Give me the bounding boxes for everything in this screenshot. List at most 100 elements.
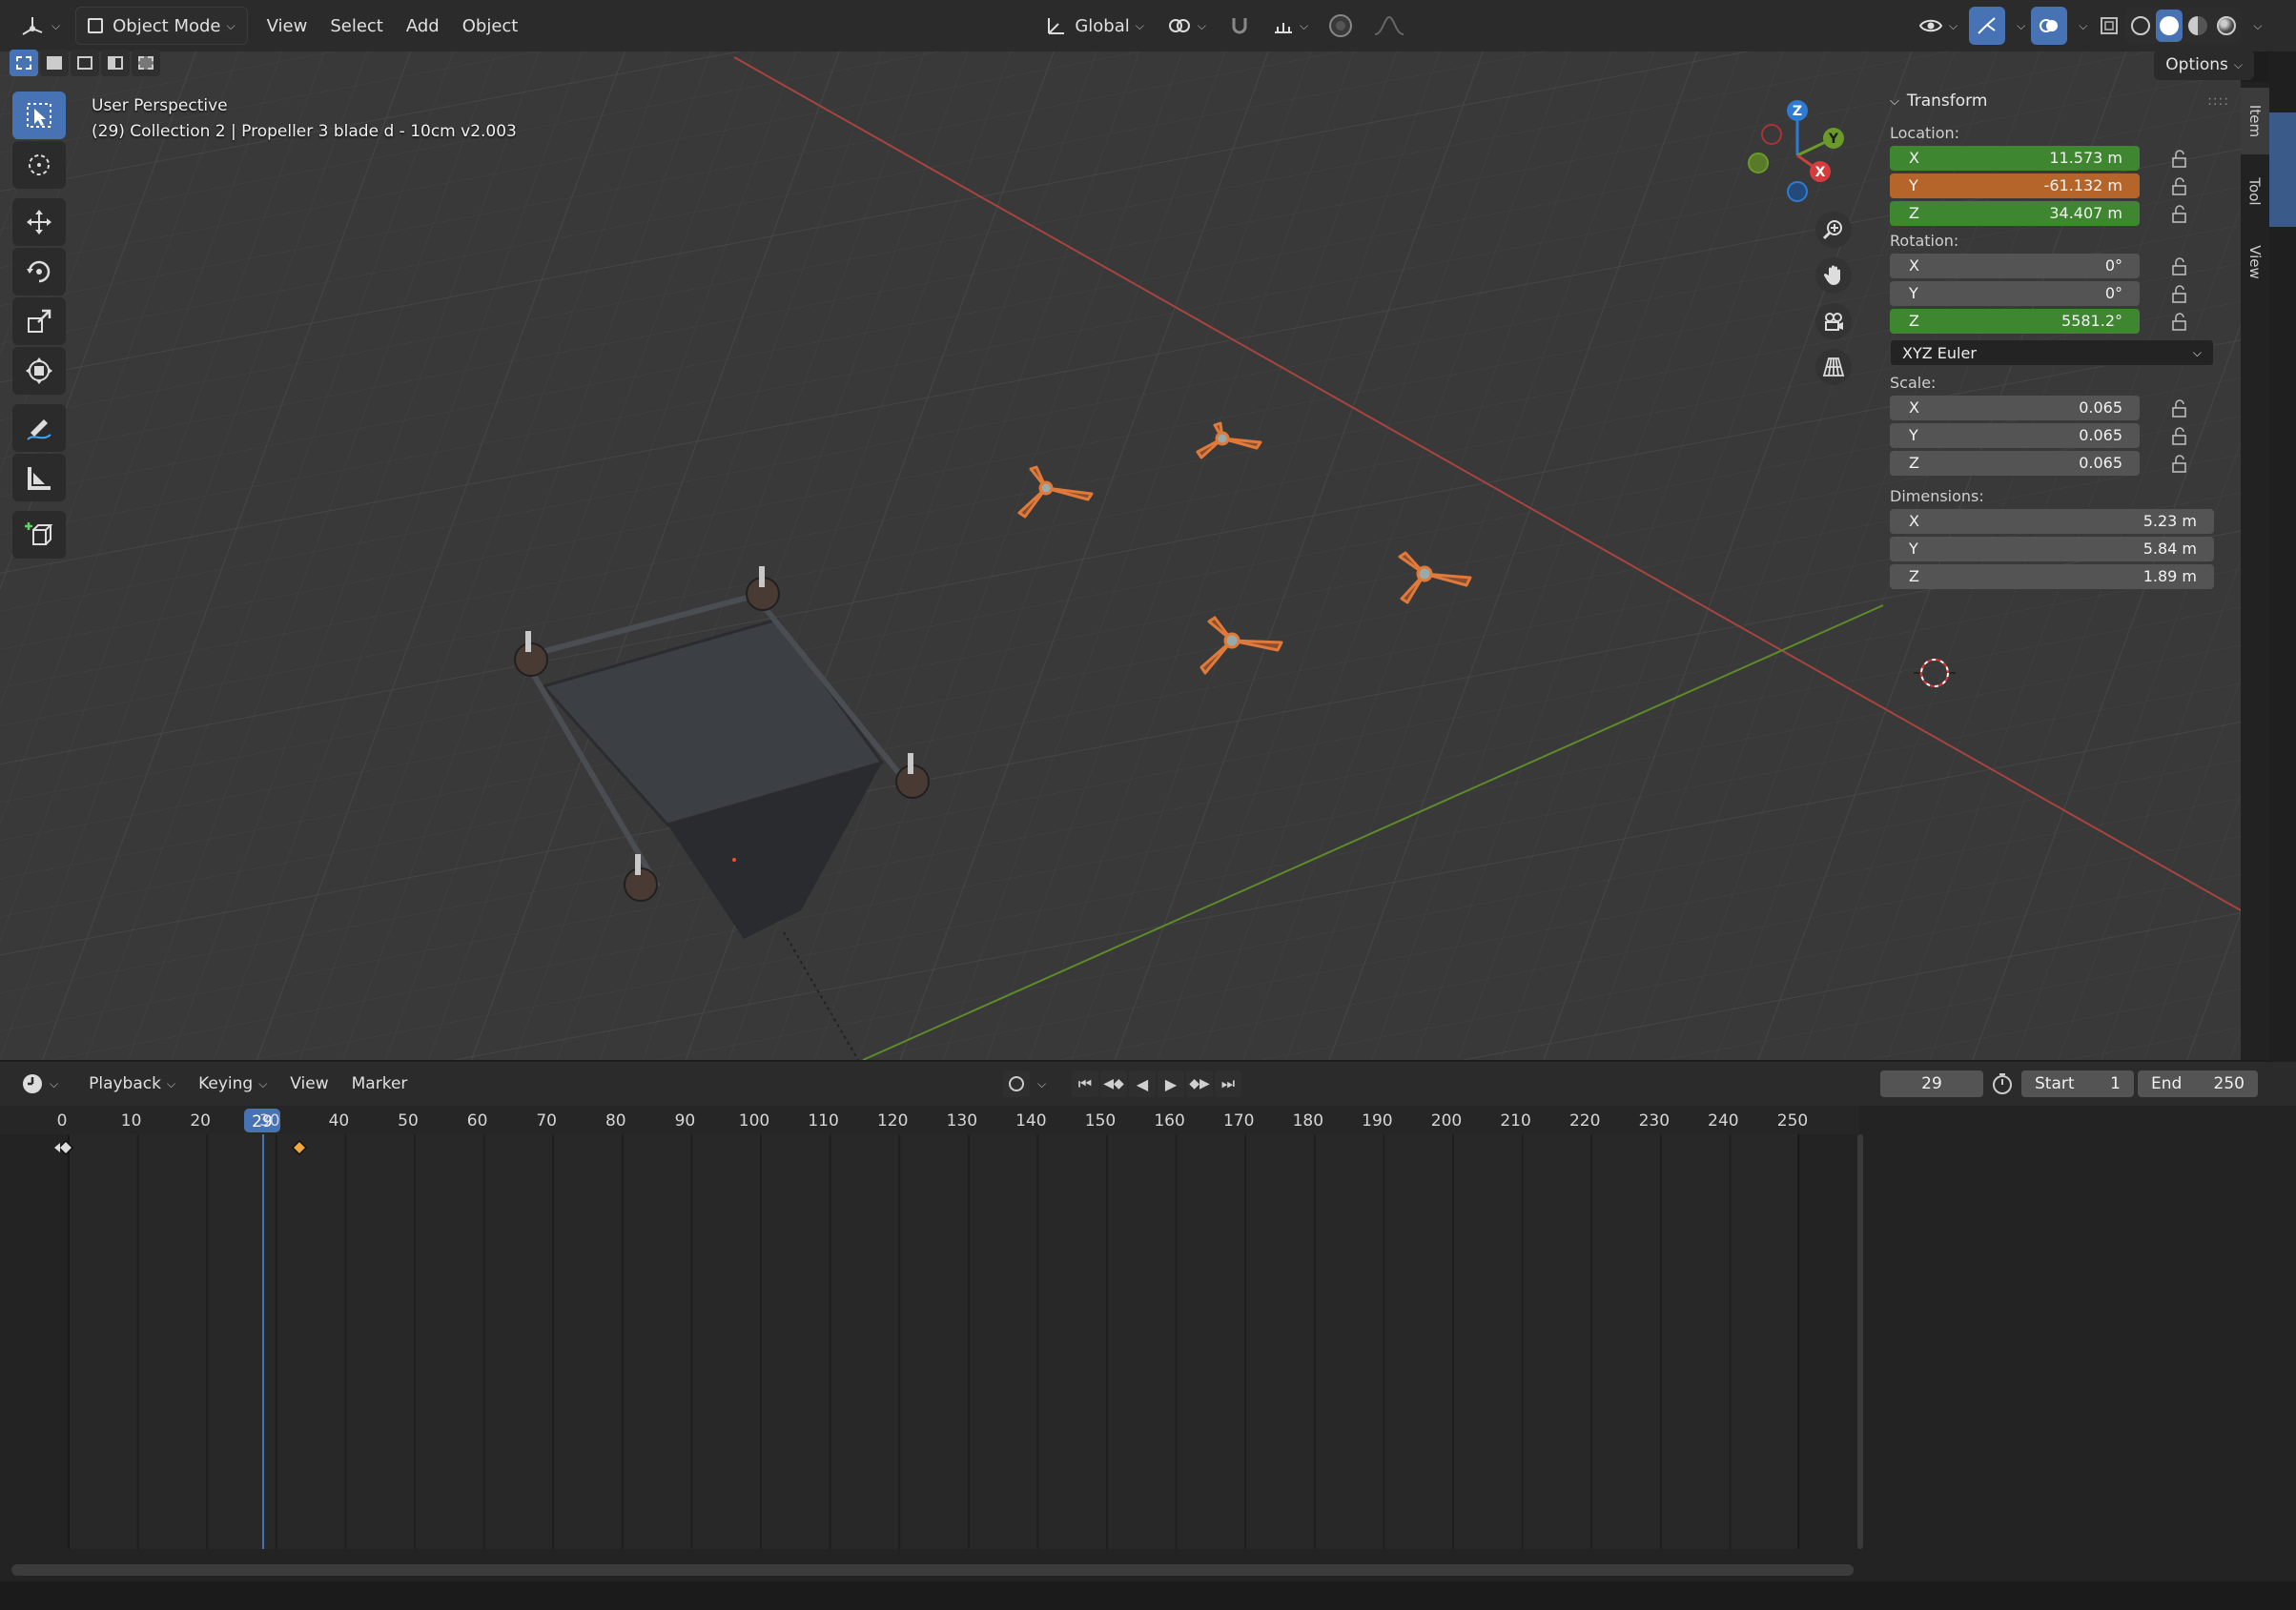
gizmo-toggle[interactable] <box>1969 7 2006 45</box>
horizontal-scrollbar[interactable] <box>11 1564 1854 1576</box>
object-mode-dropdown[interactable]: Object Mode ⌵ <box>75 7 248 45</box>
next-keyframe-button[interactable]: ◆▶ <box>1186 1070 1213 1097</box>
tab-tool[interactable]: Tool <box>2241 160 2269 223</box>
stopwatch-icon[interactable] <box>1991 1072 2014 1100</box>
jump-end-button[interactable]: ⏭ <box>1215 1070 1241 1097</box>
transform-panel-header[interactable]: ⌵ Transform :::: <box>1878 82 2241 120</box>
gizmo-dropdown[interactable]: ⌵ <box>2005 7 2031 45</box>
material-shading-button[interactable] <box>2184 10 2211 42</box>
tab-view[interactable]: View <box>2241 229 2269 296</box>
start-frame-field[interactable]: Start 1 <box>2021 1070 2134 1097</box>
scale-x-field[interactable]: X 0.065 <box>1890 395 2140 420</box>
frame-ruler[interactable]: 29 0 10 20 30 40 50 60 70 80 90 100 110 120 130 140 150… <box>0 1106 1859 1134</box>
dimensions-x-field[interactable]: X 5.23 m <box>1890 508 2214 534</box>
wireframe-shading-button[interactable] <box>2127 10 2154 42</box>
drag-handle-icon[interactable]: :::: <box>2207 93 2229 109</box>
scale-tool[interactable] <box>12 297 66 345</box>
select-extend-button[interactable] <box>40 50 69 76</box>
camera-view-button[interactable] <box>1815 303 1852 339</box>
play-reverse-button[interactable]: ◀ <box>1129 1070 1156 1097</box>
timeline-editor-type-button[interactable]: ⌵ <box>10 1065 70 1103</box>
prev-keyframe-button[interactable]: ◀◆ <box>1100 1070 1127 1097</box>
pan-button[interactable] <box>1815 257 1852 294</box>
pivot-point-dropdown[interactable]: ⌵ <box>1156 7 1218 45</box>
rotation-z-field[interactable]: Z 5581.2° <box>1890 308 2140 334</box>
lock-icon[interactable] <box>2168 175 2191 198</box>
navigation-gizmo[interactable]: Z Y X <box>1735 93 1859 217</box>
current-frame-field[interactable]: 29 <box>1880 1070 1983 1097</box>
solid-shading-button[interactable] <box>2156 10 2183 42</box>
menu-view[interactable]: View <box>256 7 319 45</box>
frame-tick-label: 180 <box>1292 1111 1324 1131</box>
select-box-tool[interactable] <box>12 92 66 139</box>
rendered-shading-button[interactable] <box>2213 10 2240 42</box>
dimensions-z-field[interactable]: Z 1.89 m <box>1890 563 2214 589</box>
blender-window: User Perspective (29) Collection 2 | Pro… <box>0 0 2296 1610</box>
visibility-dropdown[interactable]: ⌵ <box>1907 7 1969 45</box>
scale-z-row: Z 0.065 <box>1878 450 2241 478</box>
location-z-field[interactable]: Z 34.407 m <box>1890 200 2140 226</box>
rotate-tool[interactable] <box>12 248 66 296</box>
rotation-x-field[interactable]: X 0° <box>1890 253 2140 278</box>
add-cube-tool[interactable] <box>12 511 66 559</box>
keyframe-area[interactable] <box>0 1134 1863 1549</box>
dimensions-y-field[interactable]: Y 5.84 m <box>1890 536 2214 561</box>
lock-icon[interactable] <box>2168 453 2191 476</box>
proportional-editing-toggle[interactable] <box>1320 7 1362 45</box>
xray-toggle[interactable] <box>2093 7 2125 45</box>
lock-icon[interactable] <box>2168 255 2191 278</box>
rotation-y-field[interactable]: Y 0° <box>1890 280 2140 306</box>
snap-toggle[interactable] <box>1218 7 1261 45</box>
select-subtract-button[interactable] <box>71 50 99 76</box>
scale-z-field[interactable]: Z 0.065 <box>1890 450 2140 476</box>
lock-icon[interactable] <box>2168 397 2191 420</box>
menu-playback[interactable]: Playback ⌵ <box>77 1065 187 1103</box>
lock-icon[interactable] <box>2168 148 2191 171</box>
jump-start-button[interactable]: ⏮ <box>1072 1070 1098 1097</box>
menu-marker[interactable]: Marker <box>340 1065 420 1103</box>
cursor-tool[interactable] <box>12 141 66 189</box>
menu-keying[interactable]: Keying ⌵ <box>187 1065 278 1103</box>
menu-select[interactable]: Select <box>318 7 395 45</box>
lock-icon[interactable] <box>2168 283 2191 306</box>
shading-dropdown[interactable]: ⌵ <box>2242 7 2267 45</box>
location-y-field[interactable]: Y -61.132 m <box>1890 173 2140 198</box>
autokey-toggle[interactable] <box>1003 1070 1030 1097</box>
transform-tool[interactable] <box>12 347 66 395</box>
rotation-mode-dropdown[interactable]: XYZ Euler ⌵ <box>1890 339 2214 366</box>
move-tool[interactable] <box>12 198 66 246</box>
select-intersect-button[interactable] <box>132 50 160 76</box>
perspective-toggle-button[interactable] <box>1815 349 1852 385</box>
lock-icon[interactable] <box>2168 311 2191 334</box>
options-dropdown[interactable]: Options ⌵ <box>2154 50 2254 80</box>
tab-item[interactable]: Item <box>2241 88 2269 154</box>
menu-timeline-view[interactable]: View <box>278 1065 339 1103</box>
select-invert-button[interactable] <box>101 50 130 76</box>
3d-viewport[interactable]: User Perspective (29) Collection 2 | Pro… <box>0 0 2241 1060</box>
menu-object[interactable]: Object <box>451 7 530 45</box>
zoom-button[interactable] <box>1815 212 1852 248</box>
overlays-toggle[interactable] <box>2031 7 2068 45</box>
scale-y-field[interactable]: Y 0.065 <box>1890 422 2140 448</box>
vertical-scrollbar[interactable] <box>1857 1134 1863 1549</box>
play-button[interactable]: ▶ <box>1158 1070 1184 1097</box>
keyframe-canvas[interactable] <box>0 1134 1859 1549</box>
transform-orientation-dropdown[interactable]: Global ⌵ <box>1035 7 1156 45</box>
chevron-down-icon[interactable]: ⌵ <box>1037 1077 1046 1091</box>
editor-type-button[interactable]: ⌵ <box>10 7 72 45</box>
select-extend-icon <box>47 56 62 70</box>
falloff-dropdown[interactable] <box>1362 7 1417 45</box>
transform-panel-title: Transform <box>1906 92 1988 111</box>
overlays-dropdown[interactable]: ⌵ <box>2067 7 2093 45</box>
lock-icon[interactable] <box>2168 425 2191 448</box>
measure-tool[interactable] <box>12 454 66 501</box>
timeline-editor[interactable]: ⌵ Playback ⌵ Keying ⌵ View Marker ⌵ ⏮ ◀◆ ◀… <box>0 1062 2296 1581</box>
lock-icon[interactable] <box>2168 203 2191 226</box>
annotate-tool[interactable] <box>12 404 66 452</box>
menu-add[interactable]: Add <box>395 7 451 45</box>
end-frame-field[interactable]: End 250 <box>2138 1070 2258 1097</box>
select-new-button[interactable] <box>10 50 38 76</box>
location-x-field[interactable]: X 11.573 m <box>1890 145 2140 171</box>
autokey-controls: ⌵ <box>1003 1070 1046 1098</box>
snap-target-dropdown[interactable]: ⌵ <box>1261 7 1320 45</box>
